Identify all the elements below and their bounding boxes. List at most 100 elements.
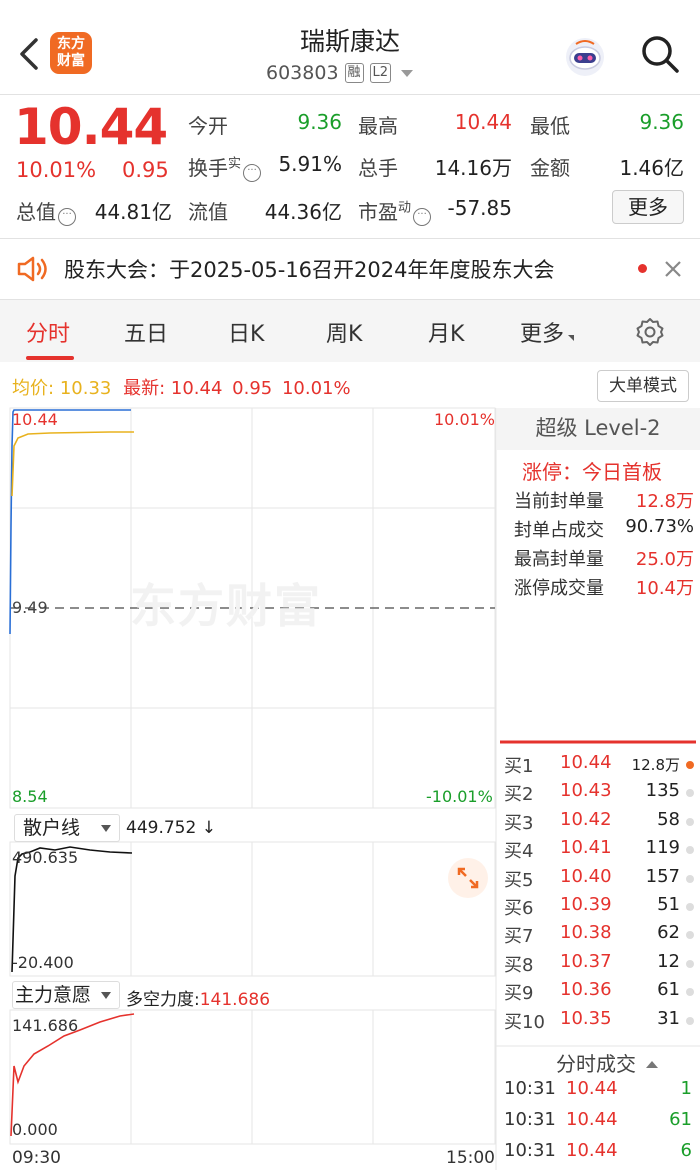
trade-time: 10:31 (504, 1109, 556, 1130)
chevron-up-icon (646, 1061, 658, 1068)
current-price: 10.44 (14, 98, 168, 156)
bid-indicator-dot (686, 959, 694, 968)
bid-indicator-dot (686, 789, 694, 798)
bid-indicator-dot (686, 903, 694, 911)
axis-top-right: 10.01% (434, 410, 496, 429)
info-icon[interactable]: ··· (243, 164, 262, 182)
divider (0, 238, 700, 239)
order-book-row[interactable]: 买8 10.37 12 (504, 951, 694, 979)
expand-icon (457, 867, 479, 889)
bid-quantity: 135 (645, 780, 680, 802)
market-cap-label: 总值 ··· (16, 196, 76, 226)
bid-indicator-dot (686, 931, 694, 940)
indicator-selector-retail[interactable]: 散户线 (14, 814, 120, 842)
order-book-row[interactable]: 买3 10.42 58 (504, 809, 694, 837)
bid-level-label: 买8 (504, 954, 534, 976)
tab-monthly-k[interactable]: 月K (428, 316, 464, 348)
robot-assistant-icon[interactable] (564, 36, 606, 78)
pe-value: -57.85 (447, 196, 512, 220)
corner-caret-icon (568, 335, 575, 341)
level2-row: 当前封单量 12.8万 (514, 491, 694, 512)
bid-price: 10.43 (560, 780, 612, 802)
tab-daily-k[interactable]: 日K (228, 316, 264, 348)
tab-five-day[interactable]: 五日 (124, 316, 168, 348)
level2-row: 最高封单量 25.0万 (514, 549, 694, 570)
order-book-overflow (504, 1040, 694, 1048)
order-book-row[interactable]: 买7 10.38 62 (504, 922, 694, 950)
bid-quantity: 12.8万 (631, 756, 680, 774)
change-amount: 0.95 (122, 158, 169, 182)
bid-level-label: 买3 (504, 812, 534, 834)
trade-price: 10.44 (566, 1109, 618, 1130)
info-icon[interactable]: ··· (58, 208, 76, 226)
bid-quantity: 58 (657, 808, 680, 830)
trade-time: 10:31 (504, 1078, 556, 1099)
large-order-mode-button[interactable]: 大单模式 (597, 370, 689, 402)
tab-more[interactable]: 更多 (520, 316, 575, 348)
main-force-top-label: 141.686 (12, 1016, 79, 1035)
bid-quantity: 61 (657, 979, 680, 1001)
search-icon[interactable] (640, 34, 680, 74)
amount-value: 1.46亿 (619, 156, 684, 180)
price-summary-line: 均价: 10.33 最新: 10.44 0.95 10.01% (12, 378, 351, 399)
open-label: 今开 (188, 114, 228, 138)
bid-indicator-dot (686, 1016, 694, 1025)
order-book-row[interactable]: 买10 10.35 31 (504, 1008, 694, 1036)
retail-bottom-label: -20.400 (12, 953, 74, 972)
average-price-line (11, 431, 134, 497)
close-icon[interactable] (664, 260, 682, 278)
bid-indicator-dot (686, 761, 694, 769)
speaker-icon (17, 256, 47, 282)
active-tab-indicator (26, 356, 74, 360)
trade-volume: 61 (669, 1109, 692, 1130)
order-book-row[interactable]: 买2 10.43 135 (504, 780, 694, 808)
bid-price: 10.39 (560, 894, 612, 915)
open-value: 9.36 (297, 110, 342, 134)
notice-unread-dot (638, 264, 647, 273)
bid-price: 10.44 (560, 752, 612, 773)
bid-level-label: 买2 (504, 784, 534, 806)
level2-title[interactable]: 超级 Level-2 (498, 412, 698, 442)
order-book-row[interactable]: 买6 10.39 51 (504, 894, 694, 922)
order-book-row[interactable]: 买9 10.36 61 (504, 979, 694, 1007)
expand-button[interactable] (448, 858, 488, 898)
order-book-row[interactable]: 买4 10.41 119 (504, 837, 694, 865)
bid-quantity: 12 (657, 950, 680, 972)
notice-text[interactable]: 股东大会：于2025-05-16召开2024年年度股东大会 (64, 254, 554, 284)
chevron-down-icon (401, 69, 414, 77)
top-bar: 东方 财富 瑞斯康达 603803 融 L2 (0, 0, 700, 94)
turnover-value: 5.91% (278, 152, 342, 176)
turnover-label: 换手实 ··· (188, 152, 262, 182)
order-book-row[interactable]: 买1 10.44 12.8万 (504, 752, 694, 780)
axis-bottom-right: -10.01% (426, 787, 493, 806)
period-tabs: 分时 五日 日K 周K 月K 更多 (0, 300, 700, 362)
more-button[interactable]: 更多 (612, 190, 684, 224)
pe-label: 市盈动 ··· (358, 196, 432, 226)
indicator-selector-main-force[interactable]: 主力意愿 (12, 981, 120, 1009)
low-value: 9.36 (639, 110, 684, 134)
order-book-row[interactable]: 买5 10.40 157 (504, 866, 694, 894)
trades-title[interactable]: 分时成交 (556, 1048, 658, 1077)
stock-code-row[interactable]: 603803 融 L2 (266, 62, 414, 84)
time-start-label: 09:30 (12, 1148, 61, 1168)
bid-level-label: 买4 (504, 841, 534, 863)
trade-price: 10.44 (566, 1140, 618, 1161)
info-icon[interactable]: ··· (413, 208, 432, 226)
bid-price: 10.37 (560, 950, 612, 972)
bid-level-label: 买10 (504, 1011, 545, 1033)
stock-code: 603803 (266, 62, 339, 84)
strength-readout: 多空力度:141.686 (126, 990, 271, 1010)
bid-price: 10.41 (560, 837, 612, 859)
tab-intraday[interactable]: 分时 (26, 316, 70, 348)
bid-indicator-dot (686, 874, 694, 883)
bid-price: 10.38 (560, 922, 612, 944)
tab-weekly-k[interactable]: 周K (326, 316, 362, 348)
bid-price: 10.36 (560, 979, 612, 1001)
bid-price: 10.42 (560, 808, 612, 830)
bid-indicator-dot (686, 988, 694, 997)
gear-icon[interactable] (634, 316, 666, 348)
bid-level-label: 买9 (504, 983, 534, 1005)
notice-bar[interactable]: 股东大会：于2025-05-16召开2024年年度股东大会 (0, 240, 700, 298)
level2-row: 涨停成交量 10.4万 (514, 578, 694, 599)
limit-up-status: 涨停：今日首板 (522, 460, 662, 484)
